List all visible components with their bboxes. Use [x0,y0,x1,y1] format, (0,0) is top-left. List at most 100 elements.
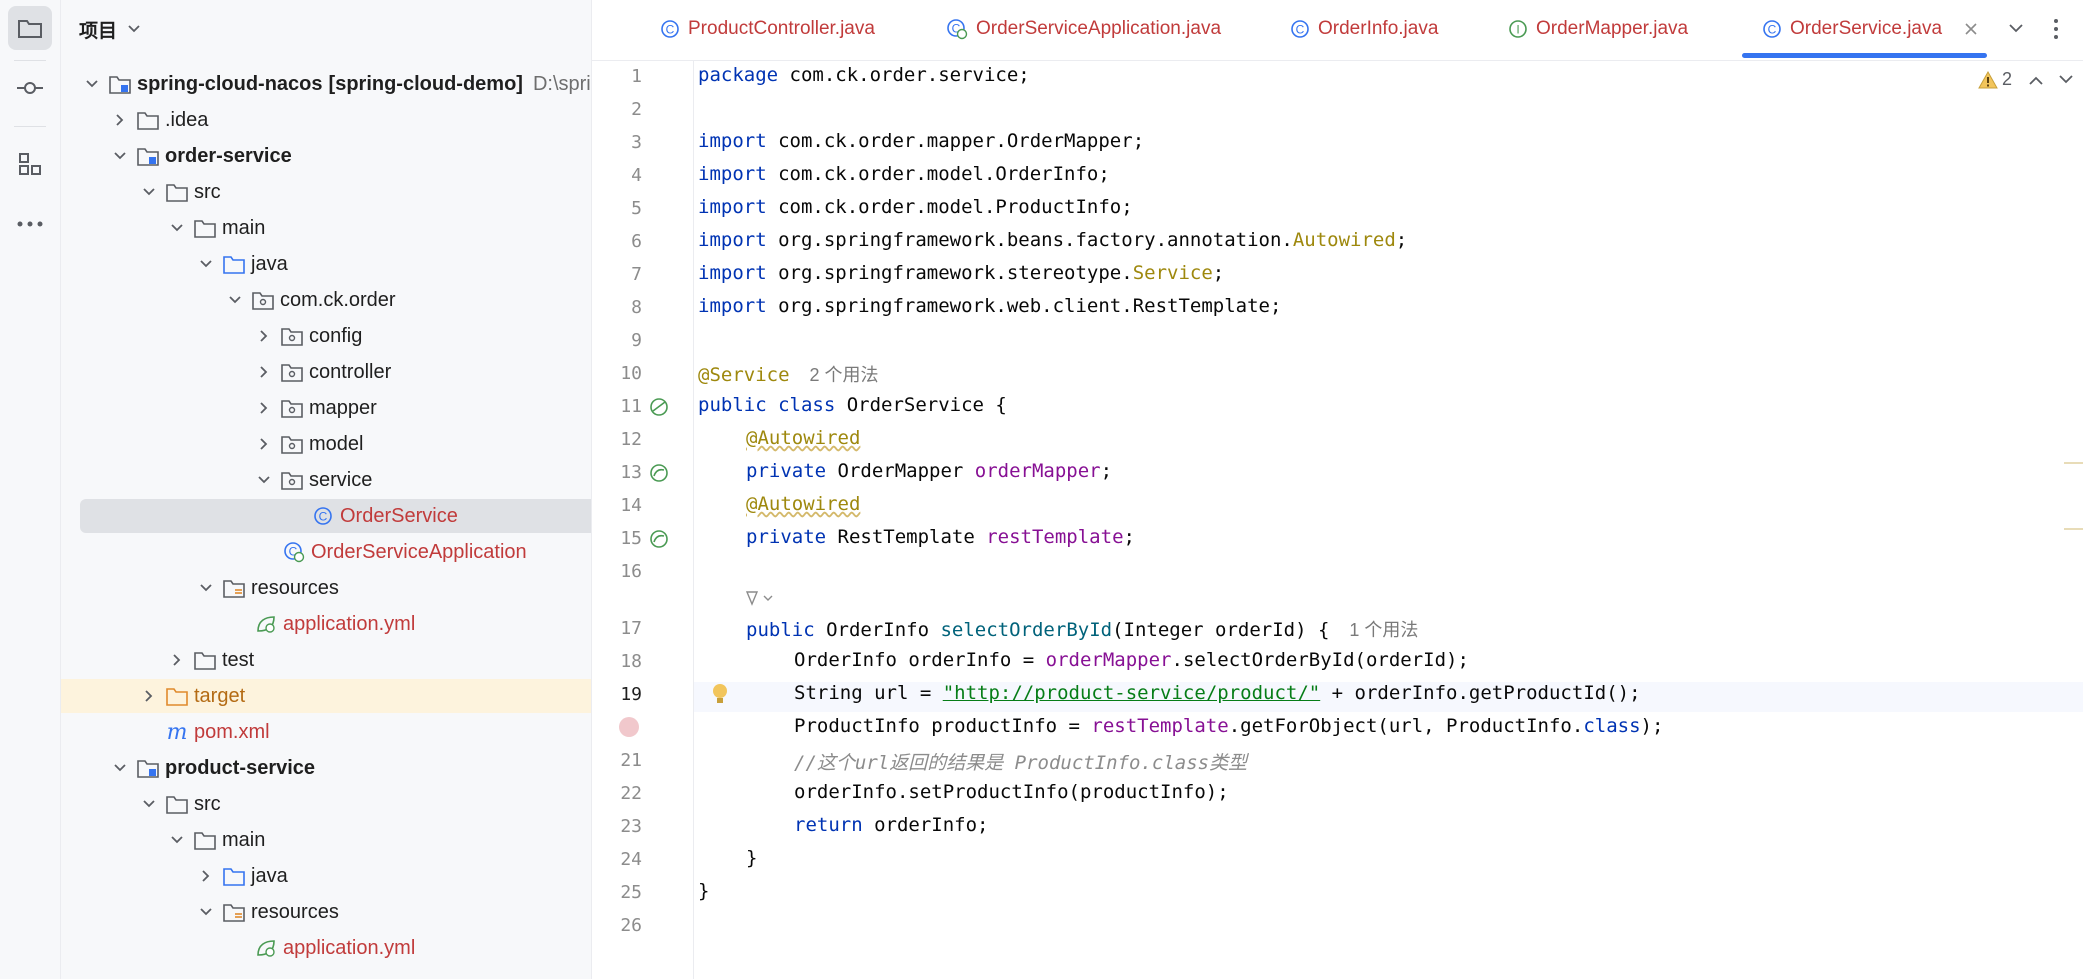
chevron-down-icon[interactable] [83,75,101,93]
tree-item-service[interactable]: service [61,463,591,497]
chevron-down-icon[interactable] [111,759,129,777]
interface-icon: I [1508,19,1528,39]
tree-item-target[interactable]: target [61,679,591,713]
chevron-down-icon[interactable] [168,831,186,849]
code-line-23[interactable]: return orderInfo; [794,814,988,836]
tree-item-application-yml[interactable]: application.yml [61,931,591,965]
code-line-22[interactable]: orderInfo.setProductInfo(productInfo); [794,781,1229,803]
tree-item-main[interactable]: main [61,211,591,245]
code-line-25[interactable]: } [698,880,709,902]
breakpoint-icon[interactable] [618,716,640,743]
chevron-right-icon[interactable] [197,867,215,885]
tree-item-package[interactable]: com.ck.order [61,283,591,317]
code-line-20[interactable]: ProductInfo productInfo = restTemplate.g… [794,715,1663,737]
more-tools-icon[interactable] [8,202,52,246]
code-line-5[interactable]: import com.ck.order.model.ProductInfo; [698,196,1133,218]
tree-item-config[interactable]: config [61,319,591,353]
chevron-down-icon[interactable] [111,147,129,165]
usage-hint[interactable]: 1 个用法 [1349,620,1418,640]
code-line-1[interactable]: package com.ck.order.service; [698,64,1030,86]
code-line-24[interactable]: } [746,847,757,869]
code-line-13[interactable]: private OrderMapper orderMapper; [746,460,1112,482]
tree-item-java[interactable]: java [61,859,591,893]
tree-item-java[interactable]: java [61,247,591,281]
tab-order-mapper[interactable]: I OrderMapper.java [1508,0,1688,58]
project-folder-icon[interactable] [8,6,52,50]
code-line-8[interactable]: import org.springframework.web.client.Re… [698,295,1281,317]
tree-item-product-service[interactable]: product-service [61,751,591,785]
code-line-17[interactable]: public OrderInfo selectOrderById(Integer… [746,616,1418,642]
chevron-right-icon[interactable] [140,687,158,705]
code-line-19[interactable]: String url = "http://product-service/pro… [794,682,1641,704]
tree-item-application-yml[interactable]: application.yml [61,607,591,641]
tree-item-order-service-class[interactable]: C OrderService [80,499,591,533]
tab-product-controller[interactable]: C ProductController.java [660,0,875,58]
code-line-7[interactable]: import org.springframework.stereotype.Se… [698,262,1224,284]
usage-hint[interactable]: 2 个用法 [810,365,879,385]
tree-item-src[interactable]: src [61,787,591,821]
line-number: 2 [631,99,642,120]
field-name: orderMapper [1045,649,1172,671]
tree-item-model[interactable]: model [61,427,591,461]
chevron-down-icon[interactable] [226,291,244,309]
code-line-21[interactable]: //这个url返回的结果是 ProductInfo.class类型 [794,748,1247,775]
tree-item-main[interactable]: main [61,823,591,857]
code-line-12[interactable]: @Autowired [746,427,860,449]
chevron-right-icon[interactable] [255,363,273,381]
more-options-icon[interactable] [2053,18,2059,45]
tab-order-service[interactable]: C OrderService.java [1762,0,1978,58]
chevron-down-icon[interactable] [197,255,215,273]
tree-item-resources[interactable]: resources [61,571,591,605]
tree-item-mapper[interactable]: mapper [61,391,591,425]
code-line-18[interactable]: OrderInfo orderInfo = orderMapper.select… [794,649,1469,671]
tree-item-label: order-service [165,144,292,167]
project-panel-header[interactable]: 项目 [79,14,141,44]
code-line-4[interactable]: import com.ck.order.model.OrderInfo; [698,163,1110,185]
ai-assistant-icon[interactable] [744,588,774,613]
chevron-right-icon[interactable] [255,399,273,417]
spring-bean-gutter-icon[interactable] [648,396,670,423]
chevron-right-icon[interactable] [255,435,273,453]
spring-bean-gutter-icon[interactable] [648,528,670,555]
tree-item-test[interactable]: test [61,643,591,677]
previous-highlight-icon[interactable] [2028,74,2044,86]
tree-item-resources[interactable]: resources [61,895,591,929]
tree-item-order-service[interactable]: order-service [61,139,591,173]
lightbulb-icon[interactable] [709,681,731,712]
chevron-down-icon[interactable] [197,903,215,921]
code-line-3[interactable]: import com.ck.order.mapper.OrderMapper; [698,130,1144,152]
tab-list-chevron-icon[interactable] [2008,22,2024,40]
structure-icon[interactable] [8,142,52,186]
code-line-6[interactable]: import org.springframework.beans.factory… [698,229,1407,251]
next-highlight-icon[interactable] [2058,74,2074,86]
tree-item-pom-xml[interactable]: m pom.xml [61,715,591,749]
semicolon: ; [1212,262,1225,284]
tree-item-idea[interactable]: .idea [61,103,591,137]
tab-order-info[interactable]: C OrderInfo.java [1290,0,1438,58]
code-line-11[interactable]: public class OrderService { [698,394,1007,416]
chevron-down-icon[interactable] [197,579,215,597]
inspection-widget[interactable]: 2 [1978,69,2074,90]
commit-icon[interactable] [8,66,52,110]
line-number: 1 [631,66,642,87]
chevron-right-icon[interactable] [111,111,129,129]
code-line-15[interactable]: private RestTemplate restTemplate; [746,526,1135,548]
tree-item-root-project[interactable]: spring-cloud-nacos [spring-cloud-demo] D… [61,67,591,101]
keyword: return [794,814,863,836]
chevron-down-icon[interactable] [255,471,273,489]
chevron-right-icon[interactable] [255,327,273,345]
close-icon[interactable] [1964,22,1978,36]
tree-item-order-service-application[interactable]: C OrderServiceApplication [61,535,591,569]
tab-order-service-application[interactable]: C OrderServiceApplication.java [946,0,1221,58]
chevron-right-icon[interactable] [168,651,186,669]
tree-item-src[interactable]: src [61,175,591,209]
chevron-down-icon[interactable] [140,795,158,813]
folder-icon [166,181,188,203]
code-line-10[interactable]: @Service 2 个用法 [698,361,879,387]
chevron-down-icon[interactable] [168,219,186,237]
spring-bean-gutter-icon[interactable] [648,462,670,489]
tree-item-label: application.yml [283,936,416,959]
tree-item-controller[interactable]: controller [61,355,591,389]
code-line-14[interactable]: @Autowired [746,493,860,515]
chevron-down-icon[interactable] [140,183,158,201]
